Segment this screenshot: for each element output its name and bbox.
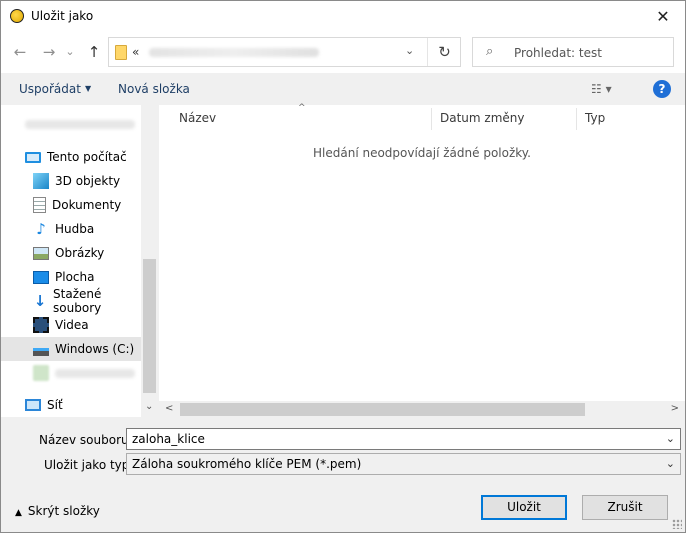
scroll-left-button[interactable]: < [165,403,173,414]
sidebar-scrollbar[interactable]: ⌄ [141,105,158,417]
music-icon: ♪ [36,220,46,238]
sidebar-item-label: 3D objekty [55,174,121,188]
search-input[interactable]: Prohledat: test [514,46,602,60]
sidebar-item-label: Plocha [55,270,95,284]
drive-icon [33,348,49,356]
chevron-up-icon: ▲ [15,508,22,518]
help-icon[interactable]: ? [653,80,671,98]
organize-button[interactable]: Uspořádat ▼ [19,82,91,96]
refresh-button[interactable]: ↻ [427,38,461,66]
column-header-date-modified[interactable]: Datum změny [432,105,576,131]
column-header-type[interactable]: Typ [577,105,677,131]
filetype-select[interactable]: Záloha soukromého klíče PEM (*.pem) ⌄ [126,453,681,475]
sidebar-item-3d-objects[interactable]: 3D objekty [1,169,141,193]
sidebar-scrollbar-thumb[interactable] [143,259,156,393]
sidebar-item-documents[interactable]: Dokumenty [1,193,141,217]
search-icon: ⌕ [486,44,494,59]
chevron-down-icon: ▼ [84,84,92,93]
sidebar-item-blurred-2[interactable] [1,361,141,385]
sidebar-item-desktop[interactable]: Plocha [1,265,141,289]
sidebar-item-downloads[interactable]: ↓ Stažené soubory [1,287,141,315]
sidebar-item-windows-c[interactable]: Windows (C:) [1,337,141,361]
drive-icon [33,365,49,381]
pictures-icon [33,246,49,260]
network-icon [25,399,41,411]
sidebar-item-this-pc[interactable]: Tento počítač [1,145,141,169]
downloads-icon: ↓ [33,292,47,310]
address-path-blurred [149,48,319,57]
desktop-icon [33,270,49,284]
command-bar: Uspořádat ▼ Nová složka ☷ ▾ ? [1,73,685,105]
sidebar-item-label: Síť [47,398,63,412]
sidebar-item-videos[interactable]: Videa [1,313,141,337]
chevron-down-icon: ⌄ [665,457,675,470]
computer-icon [25,151,41,163]
3d-objects-icon [33,173,49,189]
empty-results-message: Hledání neodpovídají žádné položky. [313,146,531,160]
scroll-right-button[interactable]: > [671,403,679,414]
column-header-name[interactable]: Název [159,105,431,131]
view-options-button[interactable]: ☷ ▾ [591,82,612,96]
up-button[interactable]: ↑ [84,43,104,61]
forward-button[interactable]: → [39,43,59,61]
address-dropdown-button[interactable]: ⌄ [405,44,414,57]
back-button[interactable]: ← [10,43,30,61]
filename-dropdown-button[interactable]: ⌄ [666,429,675,449]
scroll-down-button[interactable]: ⌄ [145,401,153,412]
sidebar-item-blurred-1[interactable] [1,112,141,136]
navigation-pane: Tento počítač 3D objekty Dokumenty ♪ Hud… [1,105,158,417]
sidebar-item-label: Dokumenty [52,198,122,212]
recent-locations-button[interactable]: ⌄ [63,43,77,61]
title-bar: Uložit jako ✕ [1,1,685,31]
documents-icon [33,197,46,213]
sidebar-item-label: Windows (C:) [55,342,135,356]
filename-label: Název souboru: [39,433,133,447]
sidebar-item-label: Hudba [55,222,95,236]
close-button[interactable]: ✕ [641,1,685,31]
horizontal-scrollbar-thumb[interactable] [180,403,585,416]
filename-value: zaloha_klice [132,432,205,446]
sidebar-item-network[interactable]: Síť [1,393,141,417]
sidebar-item-label: Videa [55,318,89,332]
save-button[interactable]: Uložit [481,495,567,520]
address-overflow-chevron[interactable]: « [132,45,139,59]
videos-icon [33,317,49,333]
cancel-button[interactable]: Zrušit [582,495,668,520]
organize-label: Uspořádat [19,82,81,96]
sidebar-item-label: Tento počítač [47,150,127,164]
sidebar-item-label: Stažené soubory [53,287,102,315]
sidebar-item-music[interactable]: ♪ Hudba [1,217,141,241]
window-title: Uložit jako [31,9,94,23]
save-as-dialog: Uložit jako ✕ ← → ⌄ ↑ « ⌄ ↻ ⌕ Prohledat:… [0,0,686,533]
filetype-value: Záloha soukromého klíče PEM (*.pem) [132,457,362,471]
navigation-bar: ← → ⌄ ↑ « ⌄ ↻ ⌕ Prohledat: test [1,31,685,73]
address-bar[interactable]: « ⌄ ↻ [108,37,461,67]
filename-field[interactable]: zaloha_klice ⌄ [126,428,681,450]
hide-folders-button[interactable]: ▲ Skrýt složky [15,504,100,518]
folder-icon [115,45,127,60]
resize-grip[interactable] [672,519,682,529]
sidebar-item-pictures[interactable]: Obrázky [1,241,141,265]
new-folder-button[interactable]: Nová složka [118,82,190,96]
filetype-label: Uložit jako typ: [44,458,134,472]
file-list-horizontal-scrollbar[interactable]: < > [159,401,685,418]
sidebar-item-label: Obrázky [55,246,105,260]
file-list: ^ Název Datum změny Typ Hledání neodpoví… [159,103,685,418]
search-box[interactable]: ⌕ Prohledat: test [472,37,674,67]
app-icon [10,9,24,23]
hide-folders-label: Skrýt složky [27,504,100,518]
